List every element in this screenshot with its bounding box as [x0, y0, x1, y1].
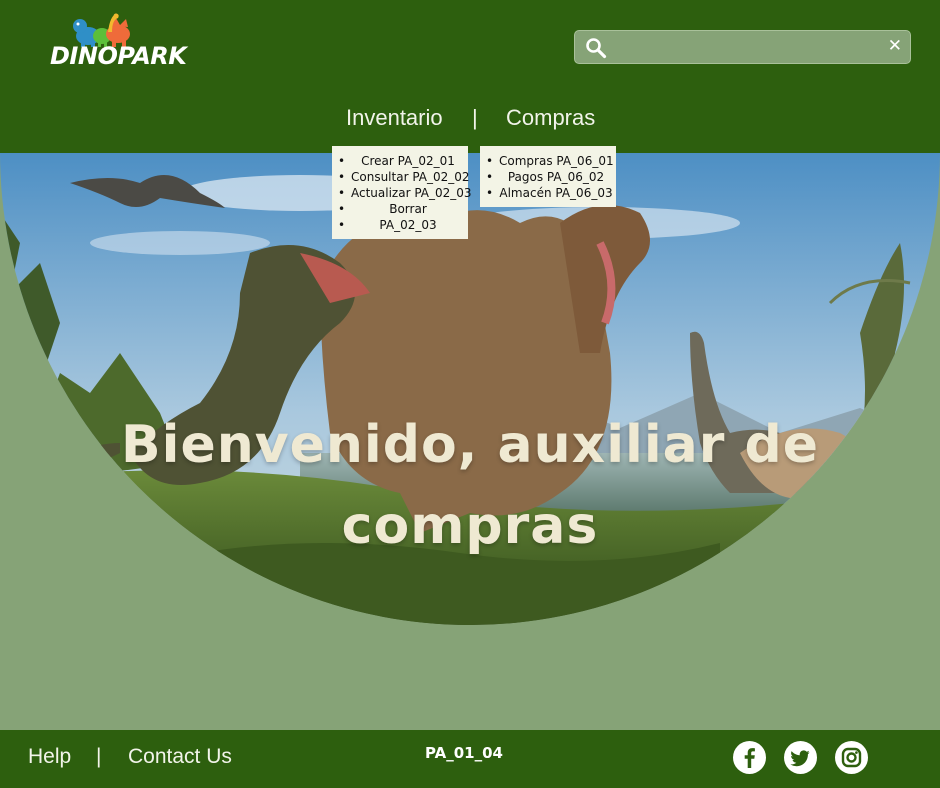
clear-search-icon[interactable]: ✕	[888, 36, 902, 56]
menu-item-actualizar[interactable]: Actualizar PA_02_03	[335, 185, 472, 201]
search-input[interactable]	[615, 35, 885, 61]
dinopark-logo[interactable]: DINOPARK	[50, 12, 187, 76]
nav-inventario[interactable]: Inventario	[346, 105, 443, 131]
search-bar: ✕	[574, 30, 911, 64]
menu-item-crear[interactable]: Crear PA_02_01	[335, 153, 465, 169]
menu-item-pagos[interactable]: Pagos PA_06_02	[483, 169, 613, 185]
menu-item-borrar[interactable]: Borrar	[335, 201, 465, 217]
twitter-icon[interactable]	[784, 741, 817, 774]
welcome-line-2: compras	[341, 496, 599, 556]
menu-item-compras[interactable]: Compras PA_06_01	[483, 153, 614, 169]
site-footer: Help | Contact Us PA_01_04	[0, 730, 940, 788]
main-nav: Inventario | Compras	[0, 105, 940, 135]
brand-name: DINOPARK	[50, 42, 187, 70]
page-code: PA_01_04	[425, 744, 503, 762]
compras-dropdown: Compras PA_06_01 Pagos PA_06_02 Almacén …	[480, 146, 616, 207]
welcome-heading: Bienvenido, auxiliar de compras	[0, 405, 940, 567]
menu-item-almacen[interactable]: Almacén PA_06_03	[483, 185, 613, 201]
facebook-icon[interactable]	[733, 741, 766, 774]
welcome-line-1: Bienvenido, auxiliar de	[120, 415, 819, 475]
instagram-icon[interactable]	[835, 741, 868, 774]
nav-compras[interactable]: Compras	[506, 105, 595, 131]
contact-us-link[interactable]: Contact Us	[128, 745, 232, 769]
inventario-dropdown: Crear PA_02_01 Consultar PA_02_02 Actual…	[332, 146, 472, 239]
hero-banner: Bienvenido, auxiliar de compras	[0, 153, 940, 625]
help-link[interactable]: Help	[28, 745, 71, 769]
menu-item-consultar[interactable]: Consultar PA_02_02	[335, 169, 470, 185]
nav-separator: |	[472, 105, 478, 130]
search-icon[interactable]	[585, 37, 607, 59]
footer-separator: |	[96, 745, 102, 768]
menu-item-pa-02-03[interactable]: PA_02_03	[335, 217, 465, 233]
site-header: DINOPARK ✕ Inventario | Compras	[0, 0, 940, 153]
